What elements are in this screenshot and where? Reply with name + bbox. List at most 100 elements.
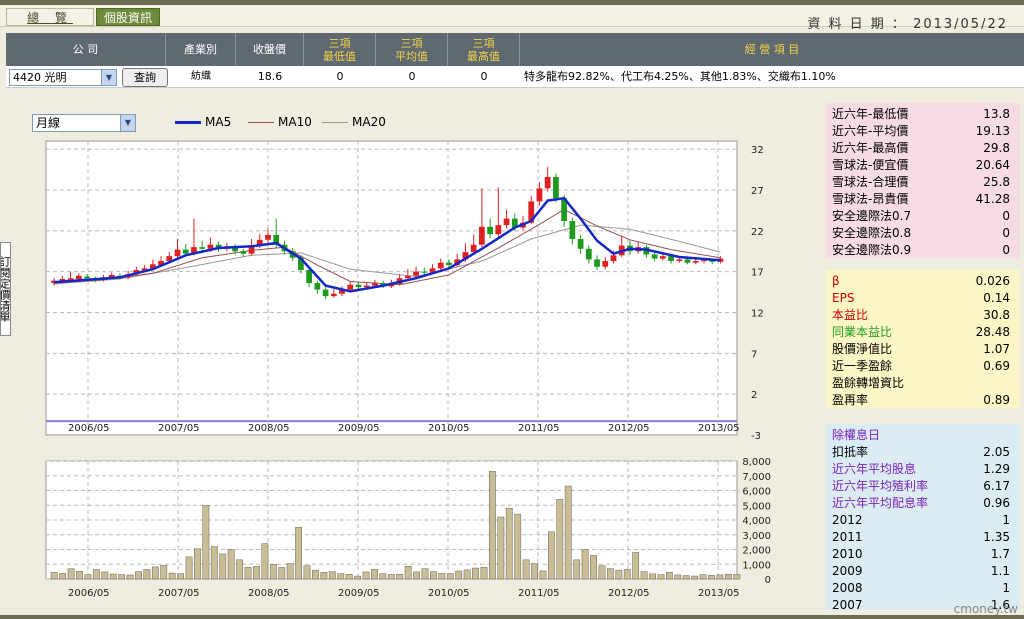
candle-body: [544, 176, 551, 189]
ratio-item: 本益比 30.8: [826, 307, 1020, 324]
valuation-value: 0: [1002, 226, 1010, 240]
candle-body: [487, 226, 493, 235]
volume-bar: [472, 567, 479, 580]
valuation-item: 雪球法-合理價 25.8: [826, 174, 1020, 191]
dividend-label: 2009: [832, 564, 863, 578]
valuation-item: 安全邊際法0.7 0: [826, 208, 1020, 225]
candle-body: [199, 247, 206, 249]
volume-bar: [404, 566, 412, 580]
valuation-label: 雪球法-昂貴價: [832, 192, 909, 206]
dividend-item: 近六年平均配息率 0.96: [826, 495, 1020, 512]
volume-bar: [716, 574, 724, 580]
volume-bar: [219, 553, 227, 580]
price-x-tick: 2011/05: [518, 423, 560, 434]
volume-y-tick: 2,000: [742, 546, 771, 557]
candle-body: [330, 293, 337, 297]
volume-bar: [564, 485, 572, 580]
volume-x-tick: 2010/05: [428, 588, 470, 599]
dividend-item: 2009 1.1: [826, 563, 1020, 580]
watermark: cmoney.tw: [953, 602, 1018, 616]
valuation-value: 20.64: [975, 158, 1010, 172]
dividend-value: 1: [1002, 581, 1010, 595]
ratio-label: 盈再率: [832, 393, 869, 407]
valuation-value: 0: [1002, 243, 1010, 257]
candle-body: [569, 221, 576, 239]
ratio-value: 0.69: [983, 359, 1010, 373]
candle-body: [413, 271, 419, 276]
valuation-value: 19.13: [975, 124, 1010, 138]
price-y-tick: 22: [751, 227, 764, 238]
dividend-label: 近六年平均股息: [832, 462, 917, 476]
volume-bar: [303, 565, 311, 580]
candle-body: [470, 244, 477, 253]
volume-bar: [202, 505, 210, 580]
ratio-value: 0.89: [983, 393, 1010, 407]
candle-body: [553, 176, 559, 199]
ratio-label: EPS: [832, 291, 855, 305]
volume-bar: [699, 574, 707, 580]
candle-body: [701, 260, 707, 262]
valuation-label: 近六年-最高價: [832, 141, 909, 155]
volume-bar: [573, 559, 581, 580]
ratio-panel: β 0.026 EPS 0.14 本益比 30.8 同業本益比 28.48 股價淨值比 1.07 近…: [826, 270, 1020, 408]
volume-bar: [590, 555, 597, 580]
volume-bar: [413, 571, 420, 580]
candle-body: [577, 239, 584, 249]
dividend-label: 扣抵率: [832, 445, 869, 459]
volume-bar: [236, 559, 244, 580]
volume-bar: [463, 569, 471, 580]
volume-bar: [396, 574, 404, 580]
volume-bar: [581, 549, 589, 580]
dividend-label: 2012: [832, 513, 863, 527]
volume-bar: [379, 573, 387, 580]
candle-body: [585, 248, 592, 260]
price-chart: 32 27 22 17 12 7 2 -3 2006/05 2007/05 2008/05 2009/…: [45, 140, 771, 599]
candle-body: [372, 283, 378, 286]
ratio-value: 28.48: [975, 325, 1010, 339]
volume-bar: [253, 566, 260, 580]
price-y-tick: 12: [751, 309, 764, 320]
candle-body: [692, 261, 699, 263]
data-date-label: 資 料 日 期 ：: [807, 17, 907, 32]
volume-bar: [556, 499, 564, 580]
data-date-value: 2013/05/22: [913, 17, 1008, 32]
candle-body: [594, 259, 600, 267]
volume-bar: [185, 556, 193, 580]
valuation-value: 13.8: [983, 107, 1010, 121]
volume-bar: [312, 569, 319, 580]
price-y-tick: 7: [751, 349, 757, 360]
dividend-item: 2011 1.35: [826, 529, 1020, 546]
volume-bar: [278, 567, 286, 580]
volume-bar: [261, 543, 269, 580]
volume-bar: [76, 571, 83, 580]
volume-bar: [522, 559, 530, 580]
price-y-tick: 27: [751, 186, 764, 197]
volume-x-tick: 2007/05: [158, 588, 200, 599]
candle-body: [446, 262, 452, 266]
volume-y-tick: 3,000: [742, 531, 771, 542]
dividend-value: 1: [1002, 513, 1010, 527]
volume-bar: [67, 568, 75, 580]
volume-bar: [320, 572, 328, 580]
dividend-item: 2008 1: [826, 580, 1020, 597]
price-x-tick: 2009/05: [338, 423, 380, 434]
dividend-panel: 除權息日 扣抵率 2.05 近六年平均股息 1.29 近六年平均殖利率 6.17 近六年平均…: [826, 424, 1020, 610]
candle-body: [676, 259, 683, 262]
volume-bar: [151, 566, 159, 580]
candle-body: [174, 249, 181, 257]
ratio-value: 0.026: [975, 274, 1010, 288]
valuation-value: 41.28: [975, 192, 1010, 206]
volume-bar: [387, 574, 395, 580]
dividend-label: 2007: [832, 598, 863, 610]
volume-y-tick: 7,000: [742, 472, 771, 483]
volume-y-tick: 6,000: [742, 487, 771, 498]
ratio-value: 30.8: [983, 308, 1010, 322]
dividend-item: 扣抵率 2.05: [826, 444, 1020, 461]
volume-bar: [708, 575, 715, 580]
volume-bar: [59, 573, 67, 580]
volume-bar: [101, 571, 109, 580]
valuation-value: 0: [1002, 209, 1010, 223]
volume-bar: [177, 573, 185, 580]
dividend-value: 1.35: [983, 530, 1010, 544]
volume-bar: [649, 573, 656, 580]
